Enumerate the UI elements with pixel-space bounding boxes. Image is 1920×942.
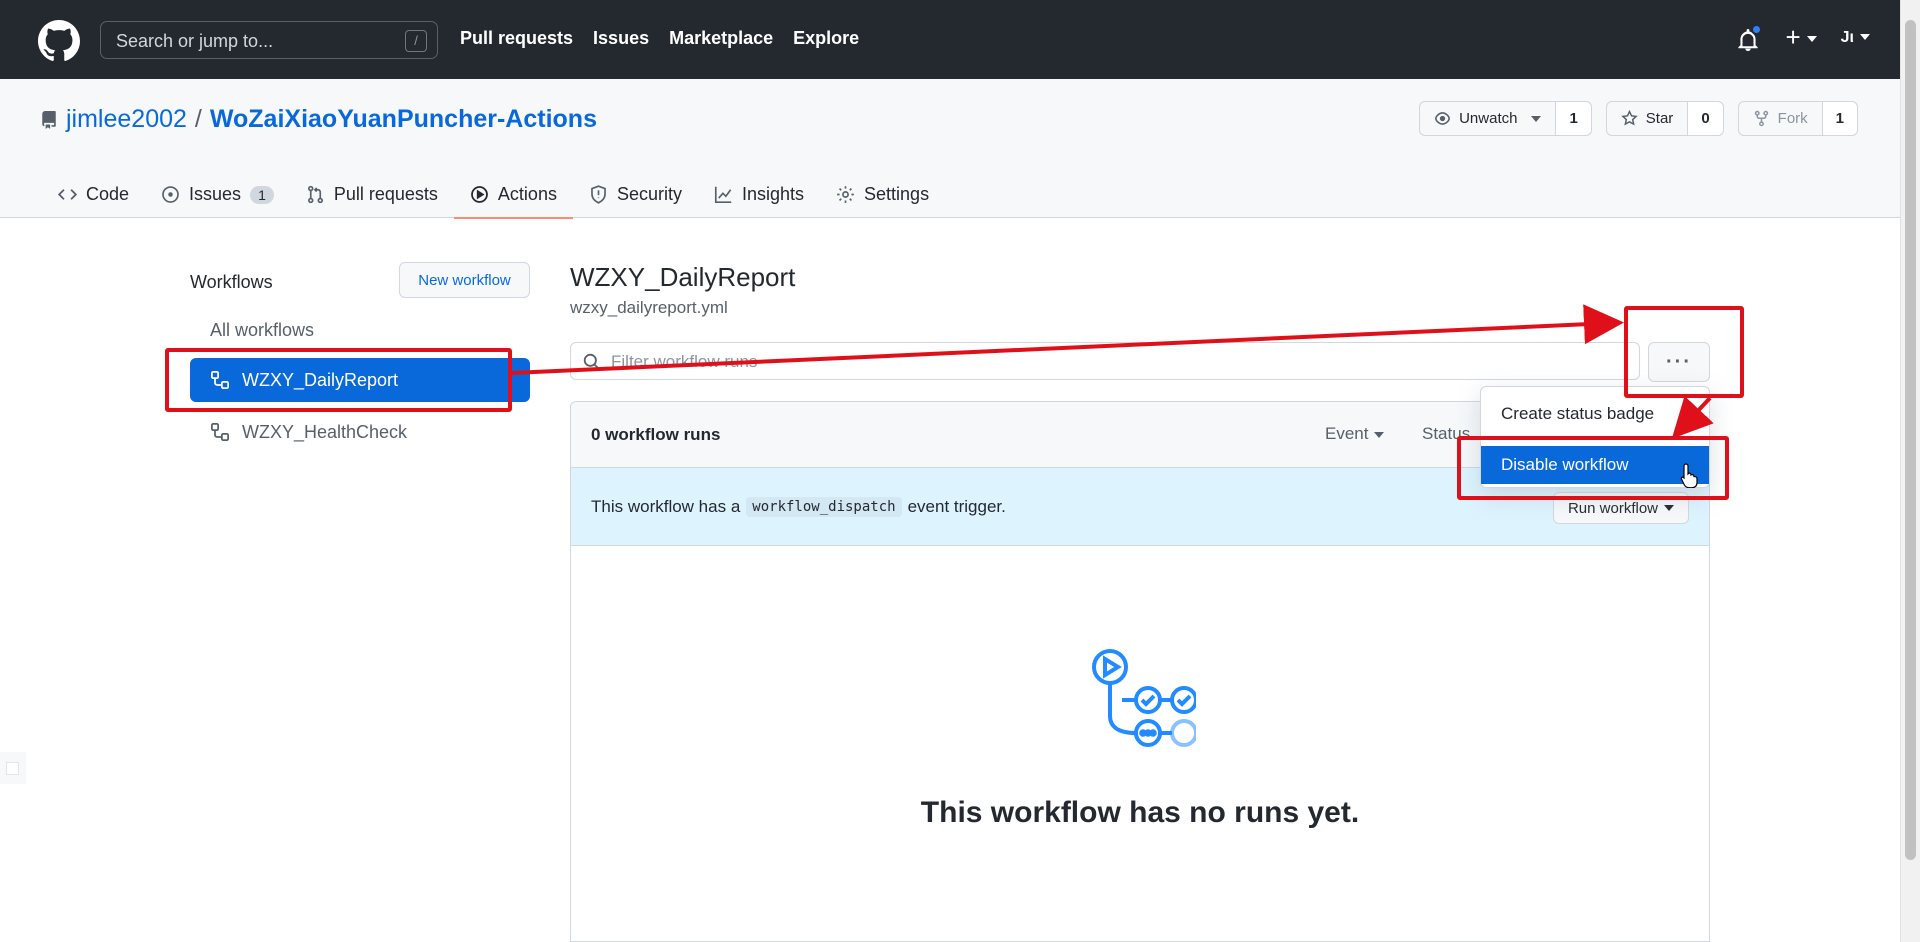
annotation-arrow-to-menu (511, 304, 1624, 375)
page-scrollbar[interactable] (1900, 0, 1920, 942)
side-widget (0, 752, 26, 784)
annotation-arrow-to-disable (1671, 395, 1714, 439)
annotation-arrows (511, 304, 1714, 439)
scrollbar-thumb[interactable] (1905, 20, 1916, 860)
